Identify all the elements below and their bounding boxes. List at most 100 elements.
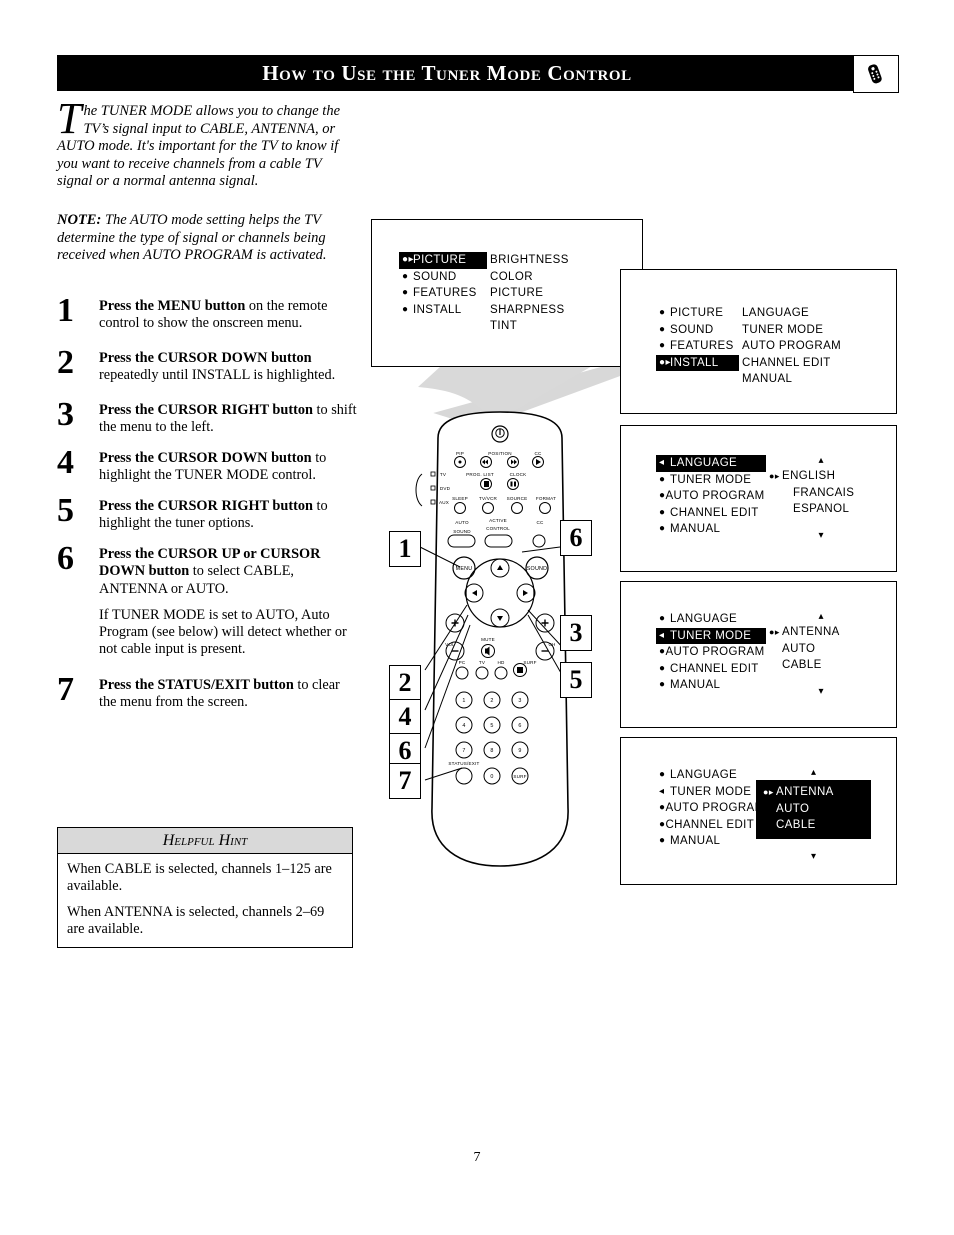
osd-option-antenna[interactable]: ●▸ ANTENNA [760, 784, 861, 801]
bullet-icon: ● [402, 303, 409, 315]
step-number: 4 [57, 444, 74, 481]
page-number: 7 [473, 1150, 481, 1165]
steps-list: 1 Press the MENU button on the remote co… [57, 292, 357, 724]
bullet-icon: ● [659, 307, 666, 318]
page-header-bar: How to Use the Tuner Mode Control [57, 55, 897, 91]
osd-item-label: CHANNEL EDIT [670, 662, 759, 675]
osd-item-language[interactable]: ● LANGUAGE [656, 767, 756, 784]
scroll-up-arrow-icon[interactable]: ▴ [766, 611, 876, 622]
osd-right-column: LANGUAGE TUNER MODE AUTO PROGRAM CHANNEL… [739, 305, 845, 388]
osd-option-label: CABLE [776, 819, 816, 831]
osd-item-auto-program[interactable]: ● AUTO PROGRAM [656, 800, 764, 817]
osd-option-label: AUTO PROGRAM [742, 340, 842, 352]
step-1: 1 Press the MENU button on the remote co… [57, 292, 357, 338]
osd-option-label: PICTURE [490, 287, 544, 299]
bullet-icon: ● [659, 473, 666, 485]
osd-option-francais[interactable]: FRANCAIS [766, 485, 876, 502]
bullet-icon: ● [659, 613, 666, 624]
selected-marker-icon: ●▸ [769, 627, 780, 637]
osd-item-manual[interactable]: ● MANUAL [656, 521, 766, 538]
osd-option-label: COLOR [490, 270, 533, 283]
osd-item-label: TUNER MODE [670, 473, 752, 486]
bullet-icon: ● [659, 769, 666, 780]
osd-language-menu: ◂ LANGUAGE ● TUNER MODE ● AUTO PROGRAM ● CHA… [620, 425, 897, 572]
osd-item-tuner-mode[interactable]: ◂ TUNER MODE [656, 627, 766, 644]
bullet-icon: ● [659, 835, 666, 846]
osd-option-cable[interactable]: CABLE [766, 657, 876, 674]
osd-item-tuner-mode[interactable]: ● TUNER MODE [656, 472, 766, 489]
osd-item-channel-edit[interactable]: ● CHANNEL EDIT [656, 505, 766, 522]
osd-option-brightness[interactable]: BRIGHTNESS [487, 252, 573, 269]
osd-item-language[interactable]: ◂ LANGUAGE [656, 455, 766, 472]
osd-item-auto-program[interactable]: ● AUTO PROGRAM [656, 644, 766, 661]
step-number: 1 [57, 292, 74, 329]
selected-marker-icon: ●▸ [769, 471, 780, 481]
osd-item-channel-edit[interactable]: ● CHANNEL EDIT [656, 817, 756, 834]
osd-item-tuner-mode[interactable]: ◂ TUNER MODE [656, 784, 756, 801]
osd-option-espanol[interactable]: ESPANOL [766, 501, 876, 518]
osd-option-picture[interactable]: PICTURE [487, 285, 573, 302]
osd-option-auto-program[interactable]: AUTO PROGRAM [739, 338, 845, 355]
osd-right-column: ▴ ●▸ ANTENNA AUTO CABLE ▾ [766, 611, 876, 697]
osd-option-auto[interactable]: AUTO [766, 641, 876, 658]
scroll-up-arrow-icon[interactable]: ▴ [766, 455, 876, 466]
osd-option-label: TINT [490, 320, 518, 332]
bullet-icon: ●▸ [402, 254, 414, 265]
bullet-icon: ● [659, 523, 666, 534]
note-paragraph: NOTE: The AUTO mode setting helps the TV… [57, 212, 357, 265]
label-tv: TV [440, 472, 447, 477]
step-number: 6 [57, 540, 74, 577]
scroll-down-arrow-icon[interactable]: ▾ [766, 530, 876, 541]
osd-option-language[interactable]: LANGUAGE [739, 305, 845, 322]
osd-item-picture[interactable]: ●▸ PICTURE [399, 252, 487, 269]
osd-option-auto[interactable]: AUTO [760, 801, 861, 818]
osd-option-channel-edit[interactable]: CHANNEL EDIT [739, 355, 845, 372]
remote-glyph [868, 64, 882, 84]
label-aux: AUX [439, 500, 449, 505]
scroll-down-arrow-icon[interactable]: ▾ [766, 686, 876, 697]
osd-option-label: SHARPNESS [490, 303, 565, 316]
osd-item-label: MANUAL [670, 523, 721, 535]
osd-option-cable[interactable]: CABLE [760, 817, 861, 834]
osd-item-picture[interactable]: ● PICTURE [656, 305, 739, 322]
osd-option-manual[interactable]: MANUAL [739, 371, 845, 388]
bullet-icon: ● [659, 323, 666, 335]
osd-item-language[interactable]: ● LANGUAGE [656, 611, 766, 628]
osd-option-sharpness[interactable]: SHARPNESS [487, 302, 573, 319]
osd-item-channel-edit[interactable]: ● CHANNEL EDIT [656, 661, 766, 678]
osd-item-install[interactable]: ●▸ INSTALL [656, 354, 739, 371]
callout-2: 2 [389, 665, 421, 701]
intro-paragraph: The TUNER MODE allows you to change the … [57, 97, 352, 191]
osd-item-auto-program[interactable]: ● AUTO PROGRAM [656, 488, 766, 505]
label-clock: CLOCK [510, 472, 528, 477]
osd-item-features[interactable]: ● FEATURES [399, 285, 487, 302]
osd-option-english[interactable]: ●▸ ENGLISH [766, 468, 876, 485]
scroll-down-arrow-icon[interactable]: ▾ [756, 851, 871, 862]
step-text: Press the CURSOR RIGHT button to shift t… [99, 402, 357, 437]
label-prog-list: PROG. LIST [466, 472, 494, 477]
callout-6: 6 [560, 520, 592, 556]
osd-item-manual[interactable]: ● MANUAL [656, 677, 766, 694]
step-number: 5 [57, 492, 74, 529]
osd-item-label: AUTO PROGRAM [665, 646, 765, 658]
osd-item-features[interactable]: ● FEATURES [656, 338, 739, 355]
osd-option-tuner-mode[interactable]: TUNER MODE [739, 322, 845, 339]
label-tvvcr: TV/VCR [479, 496, 498, 501]
osd-option-color[interactable]: COLOR [487, 269, 573, 286]
osd-item-sound[interactable]: ● SOUND [656, 322, 739, 339]
osd-item-manual[interactable]: ● MANUAL [656, 833, 756, 850]
osd-option-tint[interactable]: TINT [487, 318, 573, 335]
osd-option-label: ANTENNA [776, 786, 834, 798]
label-position: POSITION [488, 451, 512, 456]
scroll-up-arrow-icon[interactable]: ▴ [756, 767, 871, 778]
osd-item-install[interactable]: ● INSTALL [399, 302, 487, 319]
label-pip: PIP [456, 451, 464, 456]
callout-3: 3 [560, 615, 592, 651]
helpful-hint-title: Helpful Hint [58, 828, 352, 854]
osd-item-sound[interactable]: ● SOUND [399, 269, 487, 286]
osd-option-antenna[interactable]: ●▸ ANTENNA [766, 624, 876, 641]
tv-remote-icon [853, 55, 899, 93]
step-text: Press the CURSOR DOWN button repeatedly … [99, 350, 357, 385]
osd-option-label: AUTO [776, 802, 810, 815]
bullet-icon: ● [659, 662, 666, 674]
